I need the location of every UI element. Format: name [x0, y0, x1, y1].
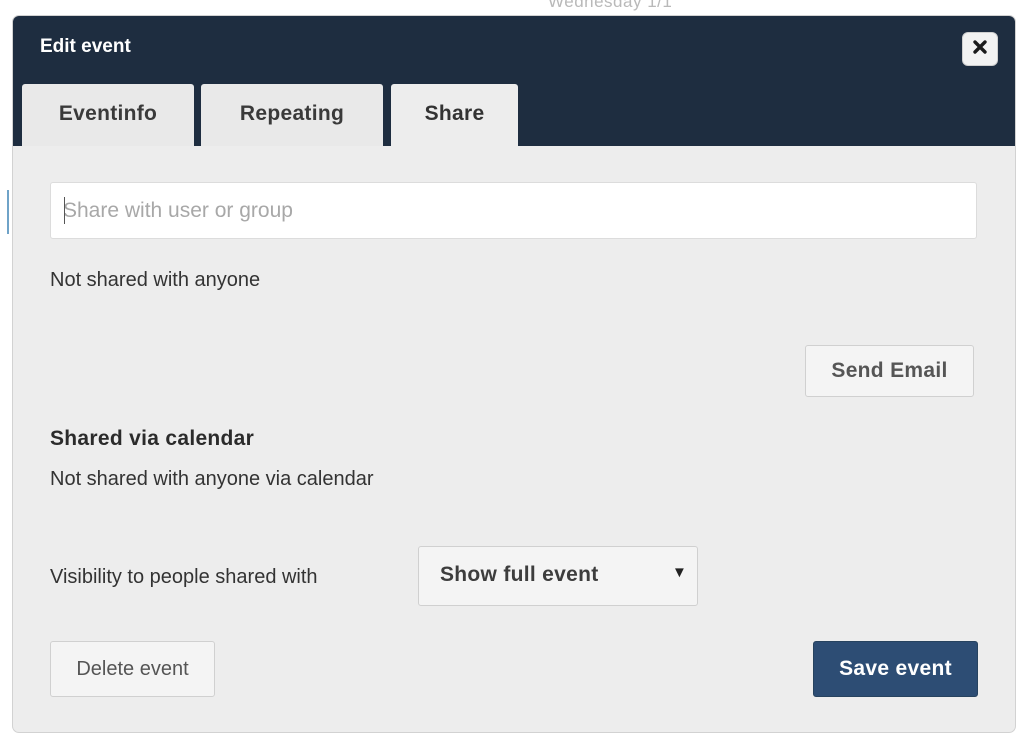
- tab-repeating[interactable]: Repeating: [201, 84, 383, 146]
- tab-share[interactable]: Share: [391, 84, 518, 146]
- tab-eventinfo[interactable]: Eventinfo: [22, 84, 194, 146]
- calendar-page: Wednesday 1/1 Edit event Eventinfo Repea…: [0, 0, 1017, 735]
- save-event-button[interactable]: Save event: [813, 641, 978, 697]
- send-email-button[interactable]: Send Email: [805, 345, 974, 397]
- close-icon: [972, 39, 988, 60]
- calendar-share-status: Not shared with anyone via calendar: [50, 468, 374, 490]
- text-cursor: [64, 197, 65, 224]
- delete-event-button[interactable]: Delete event: [50, 641, 215, 697]
- background-event-edge-left: [7, 190, 9, 234]
- visibility-label: Visibility to people shared with: [50, 566, 318, 588]
- share-with-input[interactable]: [50, 182, 977, 239]
- edit-event-dialog: Edit event Eventinfo Repeating Share Not…: [12, 15, 1016, 733]
- background-day-heading: Wednesday 1/1: [548, 0, 673, 11]
- dialog-title: Edit event: [40, 36, 131, 57]
- visibility-selected-value: Show full event: [440, 563, 599, 586]
- visibility-select[interactable]: Show full event ▼: [418, 546, 698, 606]
- close-button[interactable]: [962, 32, 998, 66]
- dialog-header: Edit event Eventinfo Repeating Share: [13, 16, 1015, 146]
- share-status-text: Not shared with anyone: [50, 269, 261, 291]
- caret-down-icon: ▼: [672, 564, 687, 581]
- calendar-share-heading: Shared via calendar: [50, 427, 255, 450]
